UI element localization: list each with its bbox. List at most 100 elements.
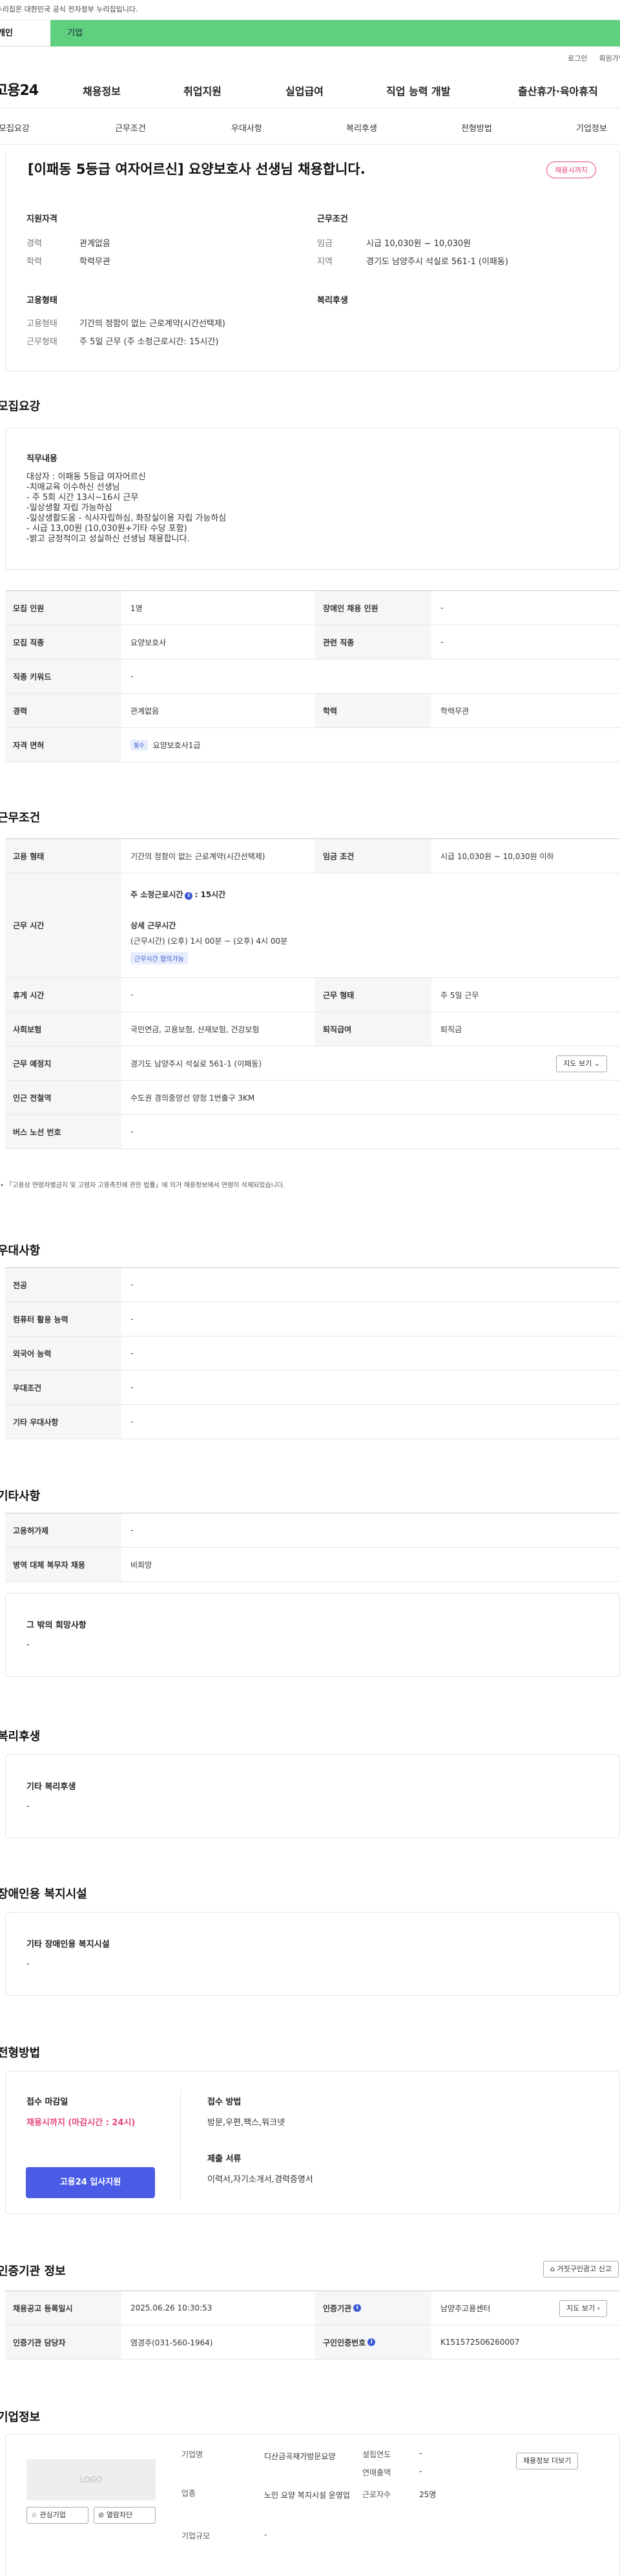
table-header-cell: 인증기관 i (315, 2291, 431, 2325)
detail-hours-value: (근무시간) (오후) 1시 00분 ~ (오후) 4시 00분 (130, 937, 288, 946)
tab-personal[interactable]: 개인 (0, 20, 50, 47)
table-header-cell: 경력 (5, 694, 121, 727)
weekly-hours-label: 주 소정근로시간 (130, 890, 183, 899)
table-header-cell: 병역 대체 복무자 채용 (5, 1548, 121, 1581)
section-title-agency: 인증기관 정보 (0, 2265, 66, 2278)
table-header-cell: 전공 (5, 1268, 121, 1302)
table-row: 고용 형태 기간의 정함이 없는 근로계약(시간선택제) 임금 조건 시급 10… (5, 839, 620, 873)
table-cell: 1명 (130, 603, 143, 613)
wish-title: 그 밖의 희망사항 (26, 1621, 87, 1630)
table-header-cell: 우대조건 (5, 1371, 121, 1404)
table-header-cell: 고용허가제 (5, 1513, 121, 1547)
welfare-box-title: 기타 복리후생 (26, 1782, 76, 1792)
join-link[interactable]: 회원가입 (599, 53, 620, 63)
map-button-label: 지도 보기 (563, 1059, 592, 1068)
company-logo: LOGO (26, 2459, 156, 2500)
section-title-pref: 우대사항 (0, 1244, 41, 1258)
gnb-item-unemployment-benefit[interactable]: 실업급여 (285, 83, 324, 98)
table-header-cell: 임금 조건 (315, 839, 431, 873)
detail-hours-label: 상세 근무시간 (130, 921, 176, 930)
table-header-cell: 사회보험 (5, 1012, 121, 1046)
deadline-title: 접수 마감일 (26, 2097, 68, 2107)
table-header-cell: 근무 시간 (5, 873, 121, 977)
cond-label: 임금 (317, 239, 333, 249)
job-summary-card: [이패동 5등급 여자어르신] 요양보호사 선생님 채용합니다. 채용시까지 지… (5, 150, 620, 371)
false-ad-report-button[interactable]: ⌂ 거짓구인광고 신고 (543, 2261, 619, 2278)
agency-map-label: 지도 보기 (566, 2304, 595, 2312)
anchor-work[interactable]: 근무조건 (115, 121, 146, 134)
favorite-company-button[interactable]: ☆ 관심기업 (26, 2507, 88, 2524)
table-cell: - (130, 1383, 134, 1392)
gnb-item-employment-support[interactable]: 취업지원 (183, 83, 222, 98)
qual-label: 학력 (26, 257, 42, 267)
site-logo[interactable]: 고용24 (0, 79, 39, 99)
more-jobs-button[interactable]: 채용정보 더보기 (516, 2453, 579, 2469)
company-size-value: - (264, 2530, 267, 2539)
table-cell: - (130, 1127, 134, 1136)
form-row: 고용형태 기간의 정함이 없는 근로계약(시간선택제) (26, 317, 225, 329)
welfare-heading: 복리후생 (317, 296, 348, 306)
table-cell: 주 5일 근무 (440, 990, 479, 1000)
table-header-cell: 휴게 시간 (5, 978, 121, 1012)
work-table: 고용 형태 기간의 정함이 없는 근로계약(시간선택제) 임금 조건 시급 10… (5, 838, 620, 1149)
table-header-cell: 자격 면허 (5, 728, 121, 762)
table-header-cell: 구인인증번호 i (315, 2325, 431, 2359)
chevron-down-icon: ⌄ (594, 1059, 600, 1068)
info-icon[interactable]: i (367, 2338, 376, 2346)
anchor-process[interactable]: 전형방법 (461, 121, 492, 134)
star-icon: ☆ (31, 2511, 40, 2519)
top-tabs: 개인 기업 (0, 19, 620, 47)
info-icon[interactable]: i (353, 2304, 362, 2312)
employee-count-label: 근로자수 (362, 2490, 391, 2499)
founded-label: 설립연도 (362, 2450, 391, 2459)
table-row: 병역 대체 복무자 채용 비희망 (5, 1548, 620, 1582)
anchor-welfare[interactable]: 복리후생 (346, 121, 377, 134)
report-button-label: 거짓구인광고 신고 (557, 2265, 612, 2273)
table-row: 기타 우대사항 - (5, 1405, 620, 1439)
apply-button[interactable]: 고용24 입사지원 (26, 2167, 155, 2198)
agency-map-button[interactable]: 지도 보기 › (559, 2300, 607, 2317)
table-row: 자격 면허 필수 요양보호사1급 (5, 728, 620, 762)
cond-value: 시급 10,030원 ~ 10,030원 (366, 239, 471, 249)
table-cell: 필수 요양보호사1급 (121, 728, 620, 762)
revenue-value: - (419, 2467, 422, 2476)
table-cell: 퇴직금 (440, 1024, 462, 1034)
gnb-item-jobs[interactable]: 채용정보 (83, 83, 121, 98)
anchor-company[interactable]: 기업정보 (576, 121, 607, 134)
section-title-work: 근무조건 (0, 811, 41, 825)
table-header-cell: 고용 형태 (5, 839, 121, 873)
info-icon[interactable]: i (185, 892, 193, 900)
cond-row: 지역 경기도 남양주시 석실로 561-1 (이패동) (317, 254, 508, 267)
table-header-cell: 근무 예정지 (5, 1046, 121, 1080)
required-chip: 필수 (130, 739, 148, 751)
table-row: 휴게 시간 - 근무 형태 주 5일 근무 (5, 978, 620, 1012)
gnb-item-skills-development[interactable]: 직업 능력 개발 (386, 83, 450, 98)
age-notice-text: 「고용상 연령차별금지 및 고령자 고용촉진에 관한 법률」에 의거 채용정보에… (6, 1182, 285, 1189)
map-button[interactable]: 지도 보기 ⌄ (556, 1055, 607, 1072)
employee-count-value: 25명 (419, 2490, 437, 2499)
table-header-cell: 모집 직종 (5, 625, 121, 659)
table-cell: 경기도 남양주시 석실로 561-1 (이패동) (130, 1059, 262, 1068)
duty-box: 직무내용 대상자 : 이패동 5등급 여자어르신 -치매교육 이수하신 선생님 … (5, 428, 620, 570)
industry-value: 노인 요양 복지시설 운영업 (264, 2491, 350, 2500)
table-header-cell: 기타 우대사항 (5, 1405, 121, 1439)
anchor-recruit[interactable]: 모집요강 (0, 121, 30, 134)
table-row: 모집 직종 요양보호사 관련 직종 - (5, 625, 620, 660)
gnb-item-parental-leave[interactable]: 출산휴가·육아휴직 (518, 83, 598, 98)
agency-label: 인증기관 (323, 2303, 352, 2313)
table-cell: 남양주고용센터 (440, 2303, 491, 2313)
table-cell: - (130, 990, 134, 999)
job-title: [이패동 5등급 여자어르신] 요양보호사 선생님 채용합니다. (28, 161, 366, 177)
anchor-pref[interactable]: 우대사항 (231, 121, 262, 134)
qual-value: 관계없음 (79, 239, 110, 249)
block-view-button[interactable]: ⊘ 열람차단 (94, 2507, 156, 2524)
table-cell: 2025.06.26 10:30:53 (130, 2303, 212, 2312)
login-link[interactable]: 로그인 (568, 53, 587, 63)
duty-title: 직무내용 (26, 454, 57, 464)
qual-value: 학력무관 (79, 257, 110, 267)
section-title-recruit: 모집요강 (0, 400, 41, 413)
pref-table: 전공 - 컴퓨터 활용 능력 - 외국어 능력 - 우대조건 - 기타 우대사항 - (5, 1267, 620, 1439)
table-header-cell: 버스 노선 번호 (5, 1115, 121, 1148)
docs-title: 제출 서류 (207, 2154, 242, 2164)
tab-company[interactable]: 기업 (50, 20, 620, 47)
